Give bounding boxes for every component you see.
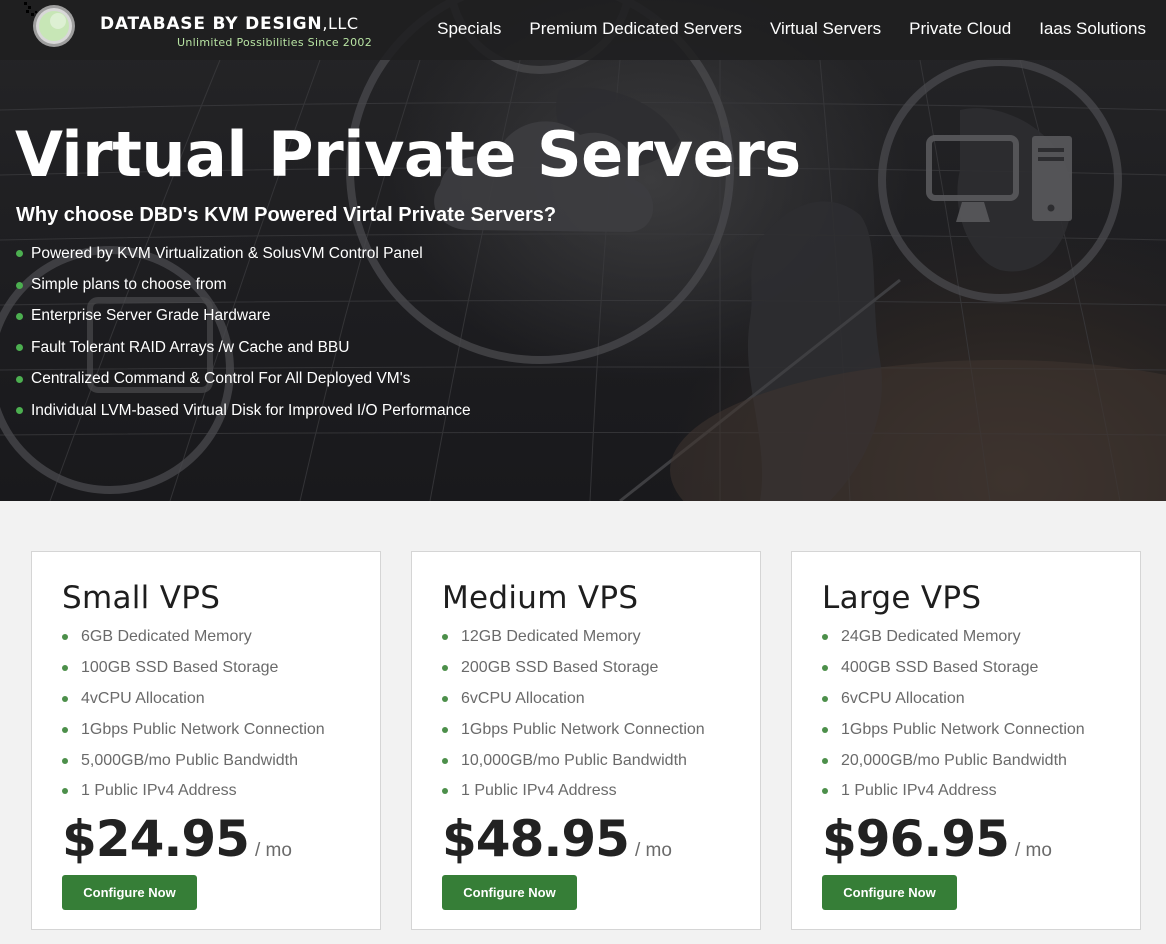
plan-price-row: $96.95 / mo [822,810,1052,868]
hero-feature-item: Enterprise Server Grade Hardware [16,301,471,332]
hero-feature-item: Centralized Command & Control For All De… [16,364,471,395]
top-navigation-bar: DATABASE BY DESIGN,LLC Unlimited Possibi… [0,0,1166,60]
plan-title: Large VPS [822,580,982,616]
hero-feature-list: Powered by KVM Virtualization & SolusVM … [16,238,471,426]
brand-suffix: ,LLC [322,14,359,33]
hero-section: DATABASE BY DESIGN,LLC Unlimited Possibi… [0,0,1166,501]
plan-period: / mo [254,840,292,861]
plan-card-medium: Medium VPS 12GB Dedicated Memory 200GB S… [411,551,761,930]
plan-feature-list: 24GB Dedicated Memory 400GB SSD Based St… [822,622,1085,807]
plan-feature-item: 12GB Dedicated Memory [442,622,705,653]
bullet-icon [62,788,68,795]
brand-tagline: Unlimited Possibilities Since 2002 [177,36,372,49]
bullet-icon [822,695,828,702]
nav-item-virtual-servers[interactable]: Virtual Servers [770,19,881,39]
bullet-icon [16,407,23,415]
hero-feature-item: Powered by KVM Virtualization & SolusVM … [16,238,471,269]
bullet-icon [442,788,448,795]
hero-subtitle: Why choose DBD's KVM Powered Virtal Priv… [16,204,557,226]
nav-item-private-cloud[interactable]: Private Cloud [909,19,1011,39]
bullet-icon [822,757,828,764]
bullet-icon [16,312,23,320]
plan-card-large: Large VPS 24GB Dedicated Memory 400GB SS… [791,551,1141,930]
plan-feature-item: 6GB Dedicated Memory [62,622,325,653]
plan-feature-item: 200GB SSD Based Storage [442,653,705,684]
bullet-icon [62,695,68,702]
plan-feature-item: 1 Public IPv4 Address [442,776,705,807]
brand-logo-link[interactable]: DATABASE BY DESIGN,LLC Unlimited Possibi… [16,0,396,55]
bullet-icon [16,250,23,258]
plan-feature-item: 400GB SSD Based Storage [822,653,1085,684]
plan-feature-item: 24GB Dedicated Memory [822,622,1085,653]
bullet-icon [16,344,23,352]
configure-now-button[interactable]: Configure Now [62,875,197,910]
bullet-icon [442,695,448,702]
hero-feature-item: Simple plans to choose from [16,269,471,300]
nav-item-specials[interactable]: Specials [437,19,501,39]
plan-feature-item: 6vCPU Allocation [442,684,705,715]
plan-card-small: Small VPS 6GB Dedicated Memory 100GB SSD… [31,551,381,930]
plan-title: Medium VPS [442,580,639,616]
plan-feature-item: 1Gbps Public Network Connection [442,714,705,745]
plan-price-row: $24.95 / mo [62,810,292,868]
plan-price: $48.95 [442,810,630,868]
plan-price-row: $48.95 / mo [442,810,672,868]
plan-feature-item: 100GB SSD Based Storage [62,653,325,684]
bullet-icon [62,757,68,764]
plan-feature-item: 10,000GB/mo Public Bandwidth [442,745,705,776]
nav-item-premium-dedicated-servers[interactable]: Premium Dedicated Servers [529,19,742,39]
bullet-icon [62,726,68,733]
bullet-icon [62,665,68,672]
bullet-icon [822,788,828,795]
bullet-icon [62,634,68,641]
bullet-icon [822,665,828,672]
plan-feature-item: 1 Public IPv4 Address [822,776,1085,807]
plan-feature-item: 6vCPU Allocation [822,684,1085,715]
plan-feature-item: 1Gbps Public Network Connection [822,714,1085,745]
bullet-icon [442,726,448,733]
bullet-icon [16,281,23,289]
page-title: Virtual Private Servers [15,118,801,191]
configure-now-button[interactable]: Configure Now [442,875,577,910]
bullet-icon [442,665,448,672]
plan-title: Small VPS [62,580,221,616]
hero-feature-item: Individual LVM-based Virtual Disk for Im… [16,395,471,426]
bullet-icon [822,726,828,733]
brand-name: DATABASE BY DESIGN,LLC [100,14,359,34]
plan-feature-item: 1Gbps Public Network Connection [62,714,325,745]
plan-feature-item: 20,000GB/mo Public Bandwidth [822,745,1085,776]
plan-feature-item: 5,000GB/mo Public Bandwidth [62,745,325,776]
bullet-icon [16,375,23,383]
plan-feature-list: 6GB Dedicated Memory 100GB SSD Based Sto… [62,622,325,807]
logo-magnifier-icon [24,2,75,47]
plan-feature-item: 1 Public IPv4 Address [62,776,325,807]
plan-period: / mo [1014,840,1052,861]
bullet-icon [442,634,448,641]
plan-price: $96.95 [822,810,1010,868]
main-nav: Specials Premium Dedicated Servers Virtu… [437,19,1146,39]
nav-item-iaas-solutions[interactable]: Iaas Solutions [1039,19,1146,39]
plan-feature-list: 12GB Dedicated Memory 200GB SSD Based St… [442,622,705,807]
bullet-icon [442,757,448,764]
plan-price: $24.95 [62,810,250,868]
configure-now-button[interactable]: Configure Now [822,875,957,910]
plan-feature-item: 4vCPU Allocation [62,684,325,715]
bullet-icon [822,634,828,641]
plan-period: / mo [634,840,672,861]
hero-feature-item: Fault Tolerant RAID Arrays /w Cache and … [16,332,471,363]
